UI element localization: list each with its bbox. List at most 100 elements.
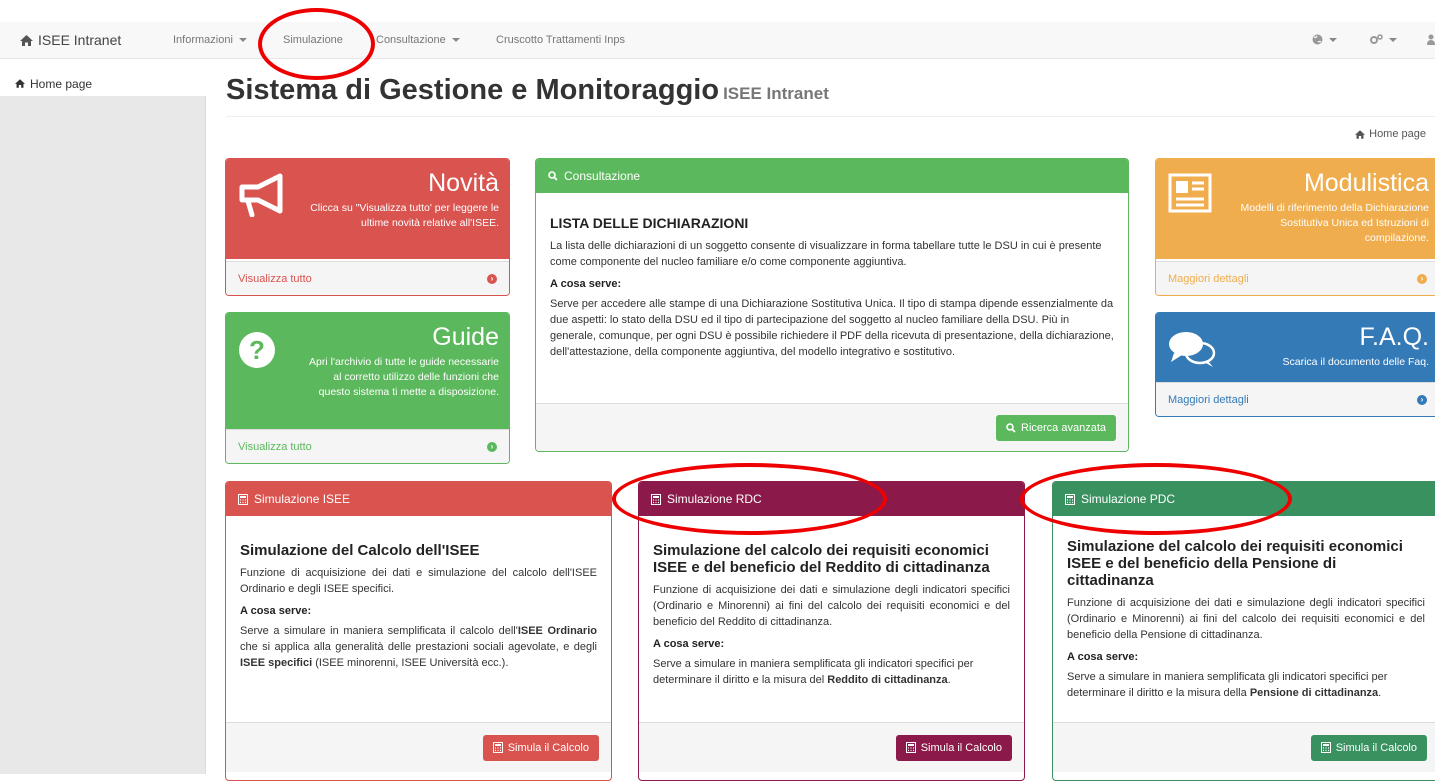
modulistica-panel: Modulistica Modelli di riferimento della… <box>1155 158 1435 296</box>
sim-isee-title: Simulazione del Calcolo dell'ISEE <box>240 542 480 559</box>
consultazione-title: LISTA DELLE DICHIARAZIONI <box>550 215 749 231</box>
novita-panel: Novità Clicca su "Visualizza tutto' per … <box>225 158 510 296</box>
question-circle-icon: ? <box>239 332 275 368</box>
search-icon <box>1006 422 1016 433</box>
sim-rdc-calculate-button[interactable]: Simula il Calcolo <box>895 734 1012 761</box>
sim-isee-footer: Simula il Calcolo <box>226 722 611 772</box>
breadcrumb[interactable]: Home page <box>1355 128 1426 140</box>
modulistica-tile: Modulistica Modelli di riferimento della… <box>1156 159 1435 259</box>
newspaper-icon <box>1168 173 1212 213</box>
sim-rdc-heading: Simulazione RDC <box>639 482 1024 516</box>
sidebar-item-label: Home page <box>30 77 93 91</box>
consultazione-subtitle: A cosa serve: <box>550 278 622 290</box>
sim-isee-subtitle: A cosa serve: <box>240 605 312 617</box>
calculator-icon <box>238 493 248 505</box>
sim-pdc-panel: Simulazione PDC Simulazione del calcolo … <box>1052 481 1435 781</box>
bullhorn-icon <box>239 173 283 217</box>
novita-description: Clicca su "Visualizza tutto' per leggere… <box>310 202 499 229</box>
consultazione-heading: Consultazione <box>536 159 1128 193</box>
sim-isee-intro: Funzione di acquisizione dei dati e simu… <box>240 567 597 595</box>
sim-isee-panel: Simulazione ISEE Simulazione del Calcolo… <box>225 481 612 781</box>
page-subtitle: ISEE Intranet <box>723 84 829 103</box>
sim-pdc-text: Serve a simulare in maniera semplificata… <box>1067 671 1388 699</box>
calculator-icon <box>1320 742 1331 753</box>
consultazione-text: Serve per accedere alle stampe di una Di… <box>550 298 1114 358</box>
arrow-circle-right-icon: › <box>1417 394 1427 405</box>
sim-isee-button-label: Simula il Calcolo <box>507 741 589 754</box>
caret-down-icon <box>238 38 247 42</box>
sidebar-item-home[interactable]: Home page <box>0 60 206 96</box>
faq-panel: F.A.Q. Scarica il documento delle Faq. M… <box>1155 312 1435 417</box>
consultazione-heading-label: Consultazione <box>564 169 641 183</box>
comments-icon <box>1169 332 1216 367</box>
arrow-circle-right-icon: › <box>487 441 497 452</box>
faq-tile: F.A.Q. Scarica il documento delle Faq. <box>1156 313 1435 383</box>
caret-down-icon <box>1329 37 1337 42</box>
sim-isee-heading-label: Simulazione ISEE <box>254 492 351 506</box>
sim-pdc-button-label: Simula il Calcolo <box>1335 741 1417 754</box>
sim-rdc-subtitle: A cosa serve: <box>653 638 725 650</box>
modulistica-details-link[interactable]: Maggiori dettagli › <box>1156 261 1435 295</box>
language-menu[interactable] <box>1312 34 1337 45</box>
cogs-icon <box>1370 34 1383 44</box>
search-icon <box>548 171 558 181</box>
advanced-search-button[interactable]: Ricerca avanzata <box>996 414 1116 441</box>
arrow-circle-right-icon: › <box>1417 273 1427 284</box>
caret-down-icon <box>1389 37 1397 42</box>
nav-informazioni[interactable]: Informazioni <box>173 34 247 46</box>
sim-isee-calculate-button[interactable]: Simula il Calcolo <box>482 734 599 761</box>
guide-tile: ? Guide Apri l'archivio di tutte le guid… <box>226 313 509 429</box>
user-menu[interactable] <box>1427 34 1435 45</box>
consultazione-footer: Ricerca avanzata <box>536 403 1128 451</box>
sim-isee-body: Simulazione del Calcolo dell'ISEE Funzio… <box>226 516 611 683</box>
svg-text:?: ? <box>249 335 265 365</box>
novita-tile: Novità Clicca su "Visualizza tutto' per … <box>226 159 509 259</box>
sim-rdc-footer: Simula il Calcolo <box>639 722 1024 772</box>
nav-simulazione-label: Simulazione <box>283 34 343 46</box>
calculator-icon <box>492 742 503 753</box>
settings-menu[interactable] <box>1370 34 1397 45</box>
guide-title: Guide <box>432 323 499 351</box>
sim-pdc-heading: Simulazione PDC <box>1053 482 1435 516</box>
consultazione-intro: La lista delle dichiarazioni di un sogge… <box>550 240 1102 268</box>
page-title: Sistema di Gestione e Monitoraggio ISEE I… <box>226 74 829 107</box>
sim-rdc-intro: Funzione di acquisizione dei dati e simu… <box>653 584 1010 628</box>
consultazione-body: LISTA DELLE DICHIARAZIONI La lista delle… <box>536 193 1128 372</box>
home-icon <box>20 34 33 46</box>
nav-consultazione[interactable]: Consultazione <box>376 34 460 46</box>
nav-simulazione[interactable]: Simulazione <box>283 34 343 46</box>
novita-footer-label: Visualizza tutto <box>238 272 312 285</box>
sim-pdc-intro: Funzione di acquisizione dei dati e simu… <box>1067 597 1425 641</box>
sidebar: Home page <box>0 60 206 774</box>
faq-details-link[interactable]: Maggiori dettagli › <box>1156 382 1435 416</box>
calculator-icon <box>905 742 916 753</box>
sim-isee-text: Serve a simulare in maniera semplificata… <box>240 625 597 669</box>
brand-label: ISEE Intranet <box>38 32 122 48</box>
faq-description: Scarica il documento delle Faq. <box>1282 356 1430 368</box>
sim-rdc-heading-label: Simulazione RDC <box>667 492 762 506</box>
nav-cruscotto[interactable]: Cruscotto Trattamenti Inps <box>496 34 625 46</box>
sim-rdc-text: Serve a simulare in maniera semplificata… <box>653 658 974 686</box>
calculator-icon <box>651 493 661 505</box>
faq-title: F.A.Q. <box>1359 323 1429 351</box>
home-icon <box>15 79 25 88</box>
guide-description: Apri l'archivio di tutte le guide necess… <box>309 356 499 398</box>
sim-pdc-calculate-button[interactable]: Simula il Calcolo <box>1310 734 1427 761</box>
faq-footer-label: Maggiori dettagli <box>1168 393 1249 406</box>
modulistica-footer-label: Maggiori dettagli <box>1168 272 1249 285</box>
novita-title: Novità <box>428 169 499 197</box>
sim-rdc-button-label: Simula il Calcolo <box>920 741 1002 754</box>
sim-pdc-title: Simulazione del calcolo dei requisiti ec… <box>1067 538 1403 589</box>
sim-pdc-body: Simulazione del calcolo dei requisiti ec… <box>1053 516 1435 713</box>
guide-panel: ? Guide Apri l'archivio di tutte le guid… <box>225 312 510 464</box>
sim-rdc-title: Simulazione del calcolo dei requisiti ec… <box>653 542 990 576</box>
sim-rdc-body: Simulazione del calcolo dei requisiti ec… <box>639 516 1024 700</box>
sim-rdc-panel: Simulazione RDC Simulazione del calcolo … <box>638 481 1025 781</box>
consultazione-panel: Consultazione LISTA DELLE DICHIARAZIONI … <box>535 158 1129 452</box>
novita-view-all-link[interactable]: Visualizza tutto › <box>226 261 509 295</box>
guide-footer-label: Visualizza tutto <box>238 440 312 453</box>
advanced-search-label: Ricerca avanzata <box>1021 421 1106 434</box>
brand-link[interactable]: ISEE Intranet <box>20 32 121 48</box>
guide-view-all-link[interactable]: Visualizza tutto › <box>226 429 509 463</box>
modulistica-description: Modelli di riferimento della Dichiarazio… <box>1240 202 1429 244</box>
